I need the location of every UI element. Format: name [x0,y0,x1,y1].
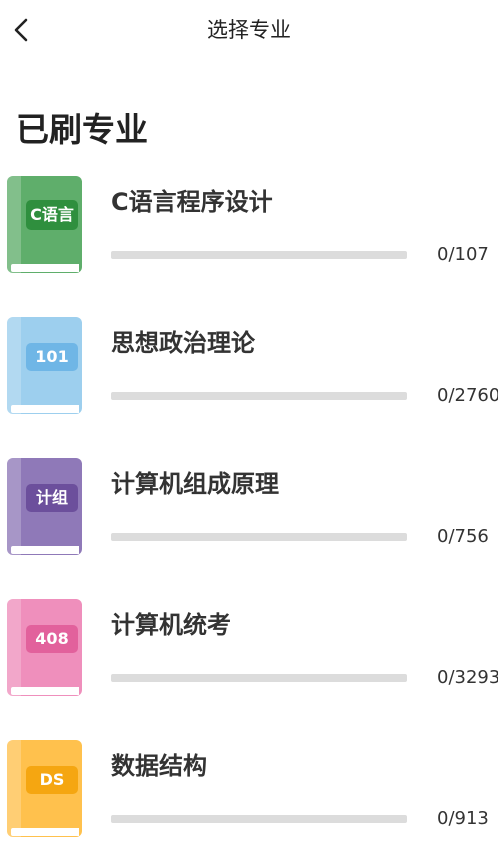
course-name: 计算机统考 [111,611,231,639]
book-cover-icon: 101 [7,317,82,414]
course-item-politics[interactable]: 101 思想政治理论 0/2760 [0,315,498,456]
progress-count: 0/756 [437,526,489,547]
book-label: DS [26,766,78,794]
book-label: 101 [26,343,78,371]
course-name: 数据结构 [111,752,207,780]
book-cover-icon: 计组 [7,458,82,555]
top-bar: 选择专业 [0,0,498,60]
book-label: 408 [26,625,78,653]
course-item-computer-exam[interactable]: 408 计算机统考 0/3293 [0,597,498,738]
course-name: C语言程序设计 [111,188,273,216]
book-spine [7,740,21,837]
progress-bar [111,815,407,823]
progress-bar [111,392,407,400]
progress-count: 0/913 [437,808,489,829]
progress-bar [111,533,407,541]
page-title: 选择专业 [207,18,291,42]
book-pages [11,687,79,695]
book-pages [11,546,79,554]
book-spine [7,176,21,273]
course-item-data-structures[interactable]: DS 数据结构 0/913 [0,738,498,862]
book-pages [11,405,79,413]
book-cover-icon: DS [7,740,82,837]
book-pages [11,828,79,836]
course-name: 思想政治理论 [111,329,255,357]
progress-bar [111,674,407,682]
book-spine [7,317,21,414]
course-item-c-programming[interactable]: C语言 C语言程序设计 0/107 [0,174,498,315]
book-pages [11,264,79,272]
book-cover-icon: 408 [7,599,82,696]
progress-bar [111,251,407,259]
progress-count: 0/3293 [437,667,498,688]
book-cover-icon: C语言 [7,176,82,273]
book-spine [7,458,21,555]
course-name: 计算机组成原理 [111,470,279,498]
progress-count: 0/2760 [437,385,498,406]
progress-count: 0/107 [437,244,489,265]
course-list: C语言 C语言程序设计 0/107 101 思想政治理论 0/2760 计组 计… [0,174,498,862]
section-title: 已刷专业 [16,110,148,149]
course-item-computer-organization[interactable]: 计组 计算机组成原理 0/756 [0,456,498,597]
book-spine [7,599,21,696]
book-label: C语言 [26,200,78,230]
book-label: 计组 [26,484,78,512]
